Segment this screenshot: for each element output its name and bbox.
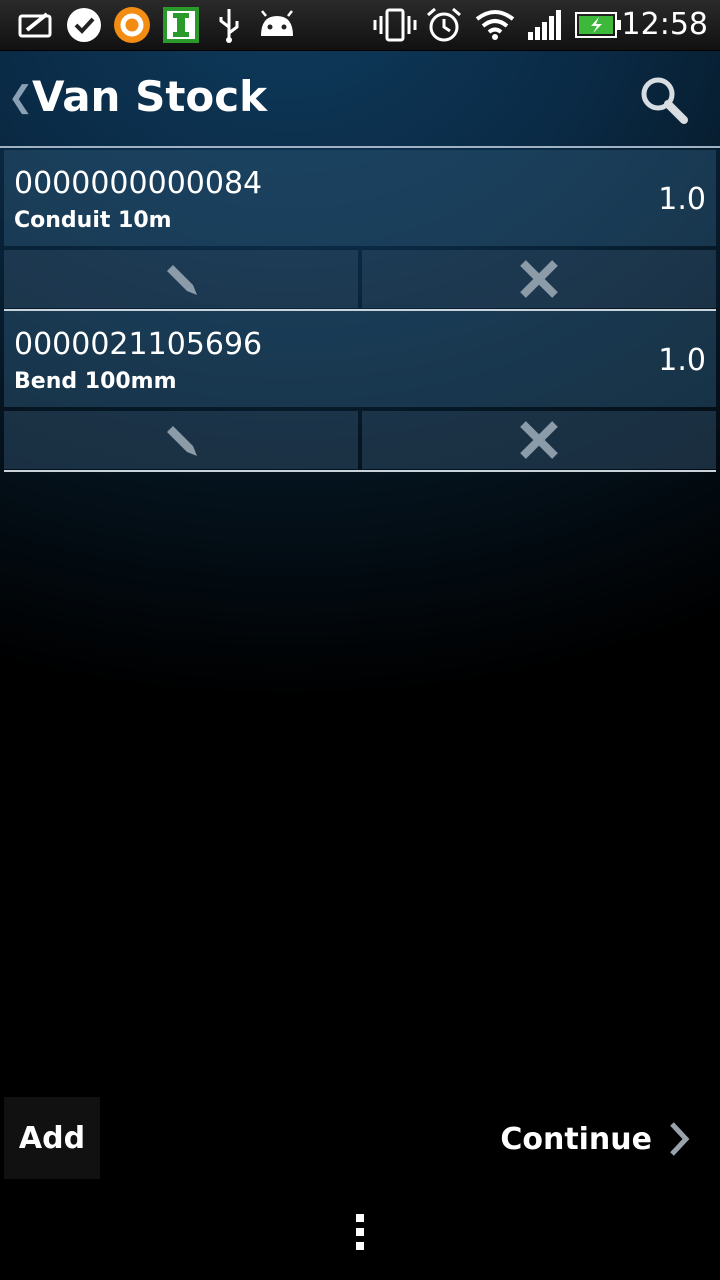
list-item: 0000021105696 Bend 100mm 1.0 [4, 311, 716, 472]
status-time: 12:58 [621, 7, 708, 42]
pencil-icon [167, 265, 197, 295]
wifi-icon [474, 6, 516, 44]
delete-button[interactable] [362, 411, 716, 469]
item-name: Bend 100mm [14, 369, 177, 394]
item-code: 0000021105696 [14, 327, 263, 362]
check-badge-icon [64, 6, 104, 44]
item-name: Conduit 10m [14, 208, 172, 233]
battery-charging-icon [574, 6, 622, 44]
status-bar: 12:58 [0, 0, 720, 51]
green-i-app-icon [162, 6, 200, 44]
android-debug-icon [256, 6, 298, 44]
action-bar-divider [0, 146, 720, 148]
edit-button[interactable] [4, 250, 358, 308]
message-icon [16, 6, 56, 44]
pencil-icon [167, 426, 197, 456]
alarm-clock-icon [424, 6, 464, 44]
more-vert-icon[interactable] [354, 1212, 366, 1252]
continue-button[interactable]: Continue [500, 1112, 690, 1166]
list-item-summary[interactable]: 0000021105696 Bend 100mm 1.0 [4, 311, 716, 407]
close-x-icon [520, 260, 558, 298]
van-stock-screen: 12:58 ❮ Van Stock 0000000000084 Conduit … [0, 0, 720, 1280]
edit-button[interactable] [4, 411, 358, 469]
vibrate-icon [372, 6, 418, 44]
add-button[interactable]: Add [4, 1097, 100, 1179]
signal-icon [526, 6, 562, 44]
action-bar: ❮ Van Stock [0, 50, 720, 146]
list-item: 0000000000084 Conduit 10m 1.0 [4, 150, 716, 311]
delete-button[interactable] [362, 250, 716, 308]
item-quantity: 1.0 [658, 182, 706, 217]
page-title[interactable]: Van Stock [32, 72, 267, 121]
list-divider [4, 470, 716, 472]
chevron-right-icon [670, 1122, 690, 1156]
chevron-left-icon[interactable]: ❮ [8, 80, 33, 115]
item-actions [4, 411, 716, 469]
item-actions [4, 250, 716, 308]
continue-label: Continue [500, 1121, 652, 1157]
item-quantity: 1.0 [658, 343, 706, 378]
close-x-icon [520, 421, 558, 459]
search-icon[interactable] [638, 74, 690, 126]
stock-list: 0000000000084 Conduit 10m 1.0 0000021105… [4, 150, 716, 472]
orange-ring-app-icon [112, 6, 152, 44]
list-item-summary[interactable]: 0000000000084 Conduit 10m 1.0 [4, 150, 716, 246]
usb-icon [214, 6, 244, 44]
item-code: 0000000000084 [14, 166, 263, 201]
